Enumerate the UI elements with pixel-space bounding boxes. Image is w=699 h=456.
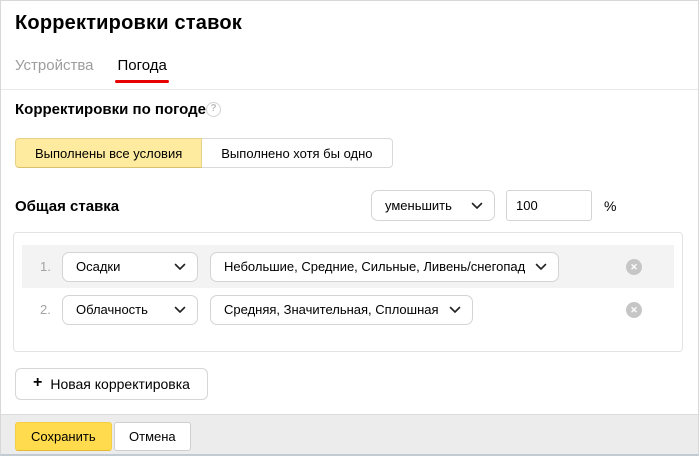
remove-condition-icon[interactable]: ✕ xyxy=(626,259,642,275)
tab-weather-label: Погода xyxy=(117,57,166,74)
condition-index: 2. xyxy=(40,302,62,317)
percent-sign: % xyxy=(604,198,616,214)
dialog-footer: Сохранить Отмена xyxy=(1,414,698,454)
chevron-down-icon xyxy=(471,202,483,210)
bid-adjustments-dialog: Корректировки ставок Устройства Погода К… xyxy=(0,0,699,456)
add-adjustment-button[interactable]: + Новая корректировка xyxy=(15,368,208,400)
help-icon[interactable]: ? xyxy=(206,102,221,117)
chevron-down-icon xyxy=(174,306,186,314)
conditions-container: 1. Осадки Небольшие, Средние, Сильные, Л… xyxy=(13,232,683,352)
remove-condition-icon[interactable]: ✕ xyxy=(626,302,642,318)
condition-parameter-value: Облачность xyxy=(76,302,148,317)
chevron-down-icon xyxy=(535,263,547,271)
tab-devices[interactable]: Устройства xyxy=(15,57,93,83)
bid-direction-select[interactable]: уменьшить xyxy=(371,190,495,221)
cancel-button[interactable]: Отмена xyxy=(114,422,191,451)
condition-values-text: Небольшие, Средние, Сильные, Ливень/снег… xyxy=(224,259,525,274)
tab-bar: Устройства Погода xyxy=(15,57,167,83)
condition-parameter-select[interactable]: Облачность xyxy=(62,295,198,325)
active-tab-underline xyxy=(115,80,168,83)
condition-parameter-value: Осадки xyxy=(76,259,120,274)
condition-parameter-select[interactable]: Осадки xyxy=(62,252,198,282)
match-mode-toggle: Выполнены все условия Выполнено хотя бы … xyxy=(15,138,393,168)
add-adjustment-label: Новая корректировка xyxy=(50,376,190,392)
condition-values-select[interactable]: Средняя, Значительная, Сплошная xyxy=(210,295,473,325)
condition-values-text: Средняя, Значительная, Сплошная xyxy=(224,302,439,317)
chevron-down-icon xyxy=(449,306,461,314)
chevron-down-icon xyxy=(174,263,186,271)
plus-icon: + xyxy=(33,375,42,391)
condition-row: 2. Облачность Средняя, Значительная, Спл… xyxy=(22,288,674,331)
percent-input[interactable] xyxy=(506,190,592,221)
save-button[interactable]: Сохранить xyxy=(15,422,112,451)
weather-section-heading: Корректировки по погоде xyxy=(15,101,206,118)
toggle-all-conditions[interactable]: Выполнены все условия xyxy=(15,138,202,168)
toggle-any-condition[interactable]: Выполнено хотя бы одно xyxy=(201,138,392,168)
bid-direction-value: уменьшить xyxy=(385,198,452,213)
page-title: Корректировки ставок xyxy=(15,12,242,35)
condition-index: 1. xyxy=(40,259,62,274)
total-bid-label: Общая ставка xyxy=(15,198,119,215)
condition-values-select[interactable]: Небольшие, Средние, Сильные, Ливень/снег… xyxy=(210,252,559,282)
tabs-divider xyxy=(1,89,698,90)
condition-row: 1. Осадки Небольшие, Средние, Сильные, Л… xyxy=(22,245,674,288)
tab-weather[interactable]: Погода xyxy=(117,57,166,83)
